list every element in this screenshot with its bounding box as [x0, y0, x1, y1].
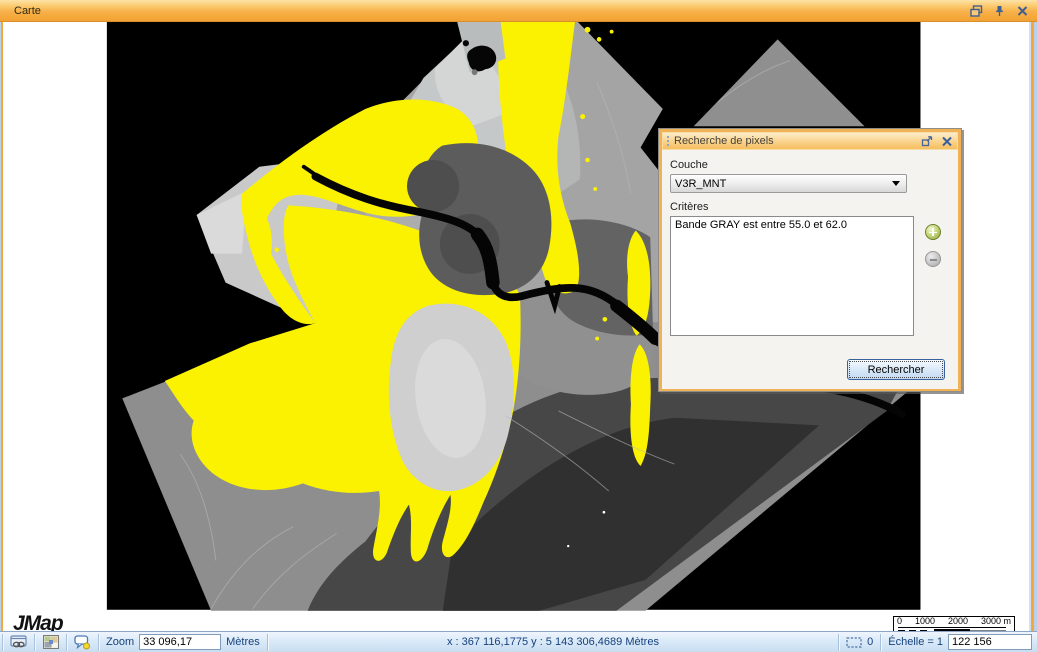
scalebar-label: 3000 m [981, 617, 1011, 626]
scalebar-label: 1000 [915, 617, 935, 626]
link-view-icon [10, 635, 28, 649]
scale-label: Échelle = 1 [888, 636, 943, 648]
zoom-label: Zoom [106, 636, 134, 648]
selection-count: 0 [867, 636, 873, 648]
selection-rectangle-icon [846, 637, 862, 648]
close-icon[interactable] [941, 136, 953, 147]
coordinates-readout: x : 367 116,1775 y : 5 143 306,4689 Mètr… [270, 636, 836, 648]
layer-label: Couche [670, 159, 950, 171]
window-title: Carte [14, 5, 41, 17]
add-criteria-button[interactable] [925, 224, 941, 240]
criteria-label: Critères [670, 201, 950, 213]
dialog-body: Couche V3R_MNT Critères Bande GRAY est e… [662, 150, 958, 389]
overview-map-icon [43, 635, 59, 649]
remove-criteria-button[interactable] [925, 251, 941, 267]
dialog-titlebar[interactable]: Recherche de pixels [662, 132, 958, 150]
window-frame-left [0, 22, 3, 631]
layer-dropdown-value: V3R_MNT [675, 178, 726, 190]
link-view-button[interactable] [5, 633, 32, 652]
dialog-title: Recherche de pixels [674, 135, 774, 147]
pin-icon[interactable] [993, 5, 1006, 17]
scale-group: Échelle = 1 [883, 634, 1037, 650]
chevron-down-icon [892, 181, 900, 186]
float-window-icon[interactable] [970, 5, 983, 17]
overview-map-button[interactable] [37, 633, 64, 652]
tooltip-toggle-button[interactable] [69, 633, 96, 652]
statusbar: Zoom Mètres x : 367 116,1775 y : 5 143 3… [0, 631, 1037, 652]
layer-dropdown[interactable]: V3R_MNT [670, 174, 907, 193]
selection-group: 0 [841, 636, 878, 648]
window-frame-right [1029, 22, 1037, 631]
scalebar-label: 2000 [948, 617, 968, 626]
dialog-grip-icon [667, 136, 669, 146]
search-button-label: Rechercher [849, 361, 943, 378]
search-button[interactable]: Rechercher [847, 359, 945, 380]
scalebar-label: 0 [897, 617, 902, 626]
tooltip-bubble-icon [74, 635, 91, 650]
restore-icon[interactable] [921, 136, 933, 147]
close-icon[interactable] [1016, 5, 1029, 17]
raster-light-kidney [389, 304, 514, 492]
window-titlebar: Carte [0, 0, 1037, 22]
pixel-search-dialog: Recherche de pixels Couche V3R_MNT Critè… [658, 128, 962, 392]
zoom-input[interactable] [139, 634, 221, 650]
scale-input[interactable] [948, 634, 1032, 650]
criteria-item[interactable]: Bande GRAY est entre 55.0 et 62.0 [671, 217, 913, 233]
zoom-group: Zoom Mètres [101, 634, 265, 650]
criteria-listbox[interactable]: Bande GRAY est entre 55.0 et 62.0 [670, 216, 914, 336]
zoom-unit-label: Mètres [226, 636, 260, 648]
